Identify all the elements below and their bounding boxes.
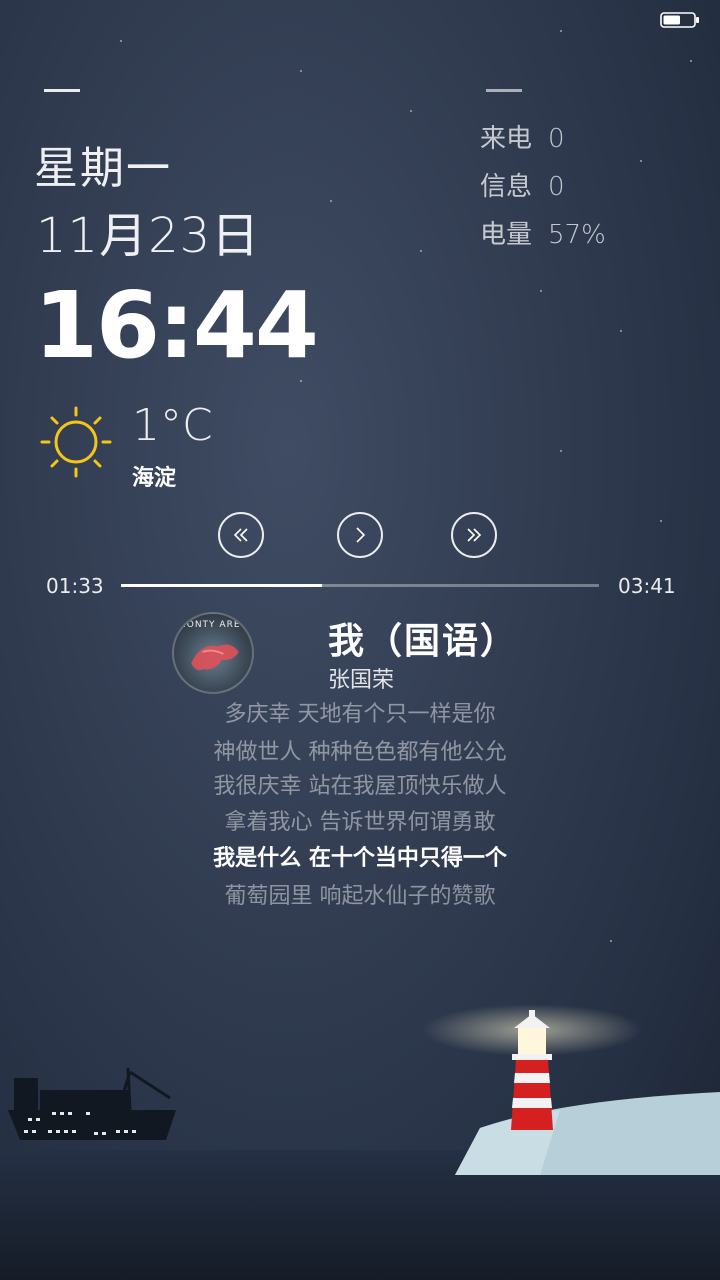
missed-calls-label: 来电 (480, 124, 533, 154)
lyrics-panel[interactable]: 多庆幸 天地有个只一样是你 神做世人 种种色色都有他公允 我很庆幸 站在我屋顶快… (0, 700, 720, 920)
total-duration: 03:41 (618, 574, 676, 598)
play-icon (356, 527, 366, 543)
missed-calls-stat[interactable]: 来电 0 (480, 118, 565, 155)
sun-icon (40, 406, 112, 478)
lyric-line: 葡萄园里 响起水仙子的赞歌 (224, 884, 496, 909)
seek-bar[interactable] (121, 584, 599, 587)
missed-calls-count: 0 (548, 124, 565, 154)
battery-stat: 电量 57% (480, 214, 606, 251)
ship-icon (8, 1067, 176, 1140)
song-title: 我（国语） (328, 621, 519, 662)
date-label: 11月23日 (36, 208, 261, 264)
lyric-line: 我很庆幸 站在我屋顶快乐做人 (213, 774, 507, 799)
lyric-line: 拿着我心 告诉世界何谓勇敢 (224, 810, 496, 835)
album-cover[interactable]: MONTY ARE I (172, 612, 254, 694)
divider-dash-right (486, 89, 522, 92)
lyric-line: 多庆幸 天地有个只一样是你 (224, 702, 496, 727)
temperature-label: 1°C (132, 400, 213, 451)
elapsed-time: 01:33 (46, 574, 104, 598)
lyric-line: 神做世人 种种色色都有他公允 (213, 740, 507, 765)
lyric-line-active: 我是什么 在十个当中只得一个 (213, 846, 507, 871)
previous-track-button[interactable] (218, 512, 264, 558)
battery-icon (660, 12, 699, 28)
messages-label: 信息 (480, 172, 533, 202)
seek-bar-fill (121, 584, 322, 587)
song-artist: 张国荣 (328, 668, 395, 693)
play-button[interactable] (337, 512, 383, 558)
rewind-icon (233, 528, 248, 542)
clock-time: 16:44 (34, 272, 319, 379)
battery-label: 电量 (480, 220, 533, 250)
album-art-image (191, 644, 239, 671)
divider-dash-left (44, 89, 80, 92)
fast-forward-icon (467, 528, 482, 542)
location-label: 海淀 (132, 466, 177, 491)
next-track-button[interactable] (451, 512, 497, 558)
lighthouse-icon (511, 1010, 553, 1130)
unread-messages-stat[interactable]: 信息 0 (480, 166, 565, 203)
messages-count: 0 (548, 172, 565, 202)
night-sea-scene (0, 1004, 720, 1280)
weekday-label: 星期一 (34, 143, 172, 194)
battery-percent: 57% (548, 220, 606, 250)
